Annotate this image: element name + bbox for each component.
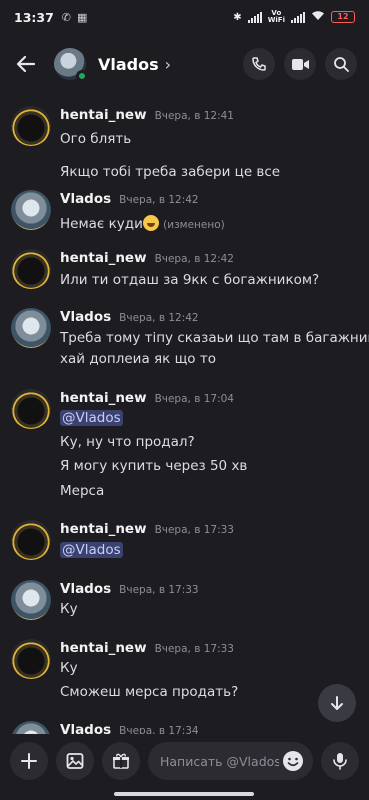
message-timestamp: Вчера, в 17:04 <box>154 393 234 405</box>
arrow-down-icon <box>331 696 343 710</box>
message-composer <box>0 736 369 786</box>
plus-icon <box>21 753 37 769</box>
battery-indicator: 12 <box>331 11 355 23</box>
avatar[interactable] <box>54 48 88 82</box>
message-author[interactable]: Vlados Вчера, в 12:42 <box>60 191 199 207</box>
status-left-icons: ✆ ▦ <box>62 11 88 24</box>
call-button[interactable] <box>243 48 275 80</box>
online-status-dot <box>76 70 88 82</box>
search-button[interactable] <box>325 48 357 80</box>
home-indicator[interactable] <box>114 792 254 796</box>
message-text: Мерса <box>60 483 105 499</box>
chat-header: Vlados › <box>0 34 369 94</box>
message-text: Или ти отдаш за 9кк с богажником? <box>60 272 320 288</box>
gift-button[interactable] <box>102 742 140 780</box>
message-timestamp: Вчера, в 12:42 <box>154 253 234 265</box>
video-call-button[interactable] <box>284 48 316 80</box>
message-text: @Vlados <box>60 542 123 558</box>
message-text: хай доплеиа як що то <box>60 351 216 367</box>
voice-message-button[interactable] <box>321 742 359 780</box>
add-attachment-button[interactable] <box>10 742 48 780</box>
chat-title[interactable]: Vlados <box>98 55 159 74</box>
phone-icon <box>252 57 266 71</box>
vowifi-label: Vo WiFi <box>267 9 285 24</box>
video-camera-icon <box>291 58 309 70</box>
avatar[interactable] <box>11 106 51 146</box>
signal-icon <box>247 11 262 23</box>
message-timestamp: Вчера, в 17:33 <box>154 643 234 655</box>
signal-icon-2 <box>291 11 305 23</box>
user-mention[interactable]: @Vlados <box>60 410 123 426</box>
message-author[interactable]: hentai_new Вчера, в 12:42 <box>60 250 234 266</box>
message-author[interactable]: hentai_new Вчера, в 12:41 <box>60 107 234 123</box>
user-mention[interactable]: @Vlados <box>60 542 123 558</box>
message-text: Ку <box>60 660 78 676</box>
message-timestamp: Вчера, в 12:41 <box>154 110 234 122</box>
message-author[interactable]: hentai_new Вчера, в 17:33 <box>60 521 234 537</box>
message-author[interactable]: Vlados Вчера, в 12:42 <box>60 309 199 325</box>
message-input-wrapper <box>148 742 313 780</box>
message-author[interactable]: Vlados Вчера, в 17:33 <box>60 581 199 597</box>
avatar[interactable] <box>11 190 51 230</box>
status-right-icons: ✱ Vo WiFi 12 <box>233 10 355 24</box>
search-icon <box>334 57 349 72</box>
message-timestamp: Вчера, в 17:33 <box>154 524 234 536</box>
message-author[interactable]: Vlados Вчера, в 17:34 <box>60 722 199 734</box>
message-timestamp: Вчера, в 12:42 <box>119 312 199 324</box>
wifi-icon <box>311 10 325 24</box>
avatar[interactable] <box>11 249 51 289</box>
avatar[interactable] <box>11 639 51 679</box>
message-text: Ку <box>60 601 78 617</box>
message-text: Якщо тобі треба забери це все <box>60 164 281 180</box>
message-timestamp: Вчера, в 17:33 <box>119 584 199 596</box>
message-text: Ку, ну что продал? <box>60 434 195 450</box>
call-forward-icon: ✆ <box>61 10 72 24</box>
message-input[interactable] <box>160 753 279 769</box>
chevron-right-icon[interactable]: › <box>165 55 171 74</box>
avatar[interactable] <box>11 308 51 348</box>
image-button[interactable] <box>56 742 94 780</box>
message-timestamp: Вчера, в 12:42 <box>119 194 199 206</box>
image-icon <box>66 753 84 769</box>
smile-icon <box>283 751 303 771</box>
avatar[interactable] <box>11 721 51 734</box>
message-text: Треба тому тіпу сказаьи що там в багажни… <box>60 330 369 346</box>
status-time: 13:37 <box>14 9 54 25</box>
message-author[interactable]: hentai_new Вчера, в 17:04 <box>60 390 234 406</box>
back-button[interactable] <box>12 50 40 78</box>
gift-icon <box>113 753 129 769</box>
message-text: @Vlados <box>60 410 123 426</box>
microphone-icon <box>333 753 347 770</box>
edited-label: (изменено) <box>163 219 225 231</box>
arrow-left-icon <box>16 55 36 73</box>
avatar[interactable] <box>11 580 51 620</box>
bluetooth-icon: ✱ <box>233 11 242 23</box>
message-text: Сможеш мерса продать? <box>60 684 239 700</box>
emoji-button[interactable] <box>279 747 307 775</box>
message-author[interactable]: hentai_new Вчера, в 17:33 <box>60 640 234 656</box>
message-timestamp: Вчера, в 17:34 <box>119 725 199 734</box>
message-text: Немає куди (изменено) <box>60 215 225 232</box>
grinning-sweat-emoji-icon <box>142 215 159 231</box>
header-actions <box>243 48 357 80</box>
jump-to-bottom-button[interactable] <box>318 684 356 722</box>
message-text: Ого блять <box>60 131 132 147</box>
avatar[interactable] <box>11 389 51 429</box>
message-text: Я могу купить через 50 хв <box>60 458 248 474</box>
status-bar: 13:37 ✆ ▦ ✱ Vo WiFi 12 <box>0 0 369 34</box>
grid-icon: ▦ <box>77 10 88 24</box>
avatar[interactable] <box>11 520 51 560</box>
message-list[interactable]: hentai_new Вчера, в 12:41 Ого блять Якщо … <box>0 94 369 734</box>
